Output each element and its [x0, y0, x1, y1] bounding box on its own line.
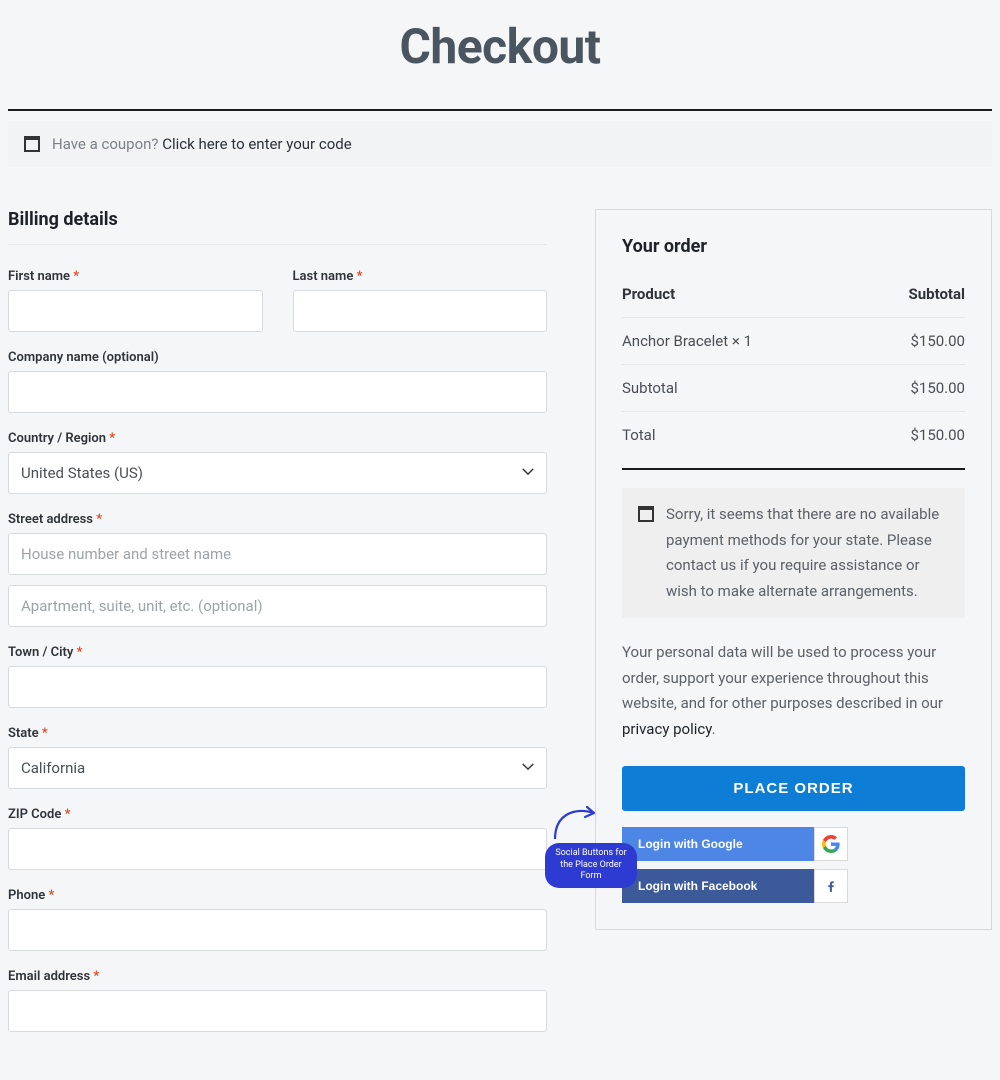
- header-rule: [8, 109, 992, 111]
- last-name-label: Last name *: [293, 269, 548, 284]
- state-label: State *: [8, 726, 547, 741]
- login-google-label: Login with Google: [622, 837, 814, 851]
- order-item-row: Anchor Bracelet × 1 $150.00: [622, 318, 965, 365]
- first-name-input[interactable]: [8, 290, 263, 332]
- order-bottom-rule: [622, 468, 965, 470]
- payment-notice-text: Sorry, it seems that there are no availa…: [666, 502, 949, 604]
- order-col-product: Product: [622, 285, 675, 303]
- billing-section: Billing details First name * Last name *…: [8, 209, 547, 1050]
- company-label: Company name (optional): [8, 350, 547, 365]
- login-google-button[interactable]: Login with Google: [622, 827, 848, 861]
- coupon-bar: Have a coupon? Click here to enter your …: [8, 121, 992, 167]
- login-facebook-label: Login with Facebook: [622, 879, 814, 893]
- privacy-policy-link[interactable]: privacy policy: [622, 720, 712, 738]
- page-title: Checkout: [8, 0, 992, 109]
- window-icon: [24, 136, 40, 152]
- street-address-1-input[interactable]: [8, 533, 547, 575]
- privacy-text: Your personal data will be used to proce…: [622, 640, 965, 742]
- payment-notice: Sorry, it seems that there are no availa…: [622, 488, 965, 618]
- phone-input[interactable]: [8, 909, 547, 951]
- order-col-subtotal: Subtotal: [909, 285, 966, 303]
- order-total-row: Total $150.00: [622, 412, 965, 458]
- facebook-icon: [814, 869, 848, 903]
- order-panel: Your order Product Subtotal Anchor Brace…: [595, 209, 992, 930]
- company-input[interactable]: [8, 371, 547, 413]
- billing-heading: Billing details: [8, 209, 547, 245]
- last-name-input[interactable]: [293, 290, 548, 332]
- login-facebook-button[interactable]: Login with Facebook: [622, 869, 848, 903]
- first-name-label: First name *: [8, 269, 263, 284]
- zip-label: ZIP Code *: [8, 807, 547, 822]
- order-item-name: Anchor Bracelet × 1: [622, 332, 752, 350]
- zip-input[interactable]: [8, 828, 547, 870]
- phone-label: Phone *: [8, 888, 547, 903]
- order-heading: Your order: [622, 236, 965, 257]
- street-label: Street address *: [8, 512, 547, 527]
- window-icon: [638, 506, 654, 522]
- email-label: Email address *: [8, 969, 547, 984]
- order-subtotal-row: Subtotal $150.00: [622, 365, 965, 412]
- country-select[interactable]: United States (US): [8, 452, 547, 494]
- street-address-2-input[interactable]: [8, 585, 547, 627]
- annotation-badge: Social Buttons forthe Place Order Form: [545, 843, 637, 888]
- coupon-prompt-text: Have a coupon?: [52, 135, 162, 153]
- coupon-link[interactable]: Click here to enter your code: [162, 135, 351, 153]
- city-label: Town / City *: [8, 645, 547, 660]
- state-select[interactable]: California: [8, 747, 547, 789]
- order-item-subtotal: $150.00: [910, 332, 965, 350]
- country-label: Country / Region *: [8, 431, 547, 446]
- email-input[interactable]: [8, 990, 547, 1032]
- annotation-arrow-icon: [550, 799, 605, 845]
- place-order-button[interactable]: PLACE ORDER: [622, 766, 965, 811]
- coupon-prompt: Have a coupon? Click here to enter your …: [52, 135, 352, 153]
- city-input[interactable]: [8, 666, 547, 708]
- order-table: Product Subtotal Anchor Bracelet × 1 $15…: [622, 285, 965, 458]
- google-icon: [814, 827, 848, 861]
